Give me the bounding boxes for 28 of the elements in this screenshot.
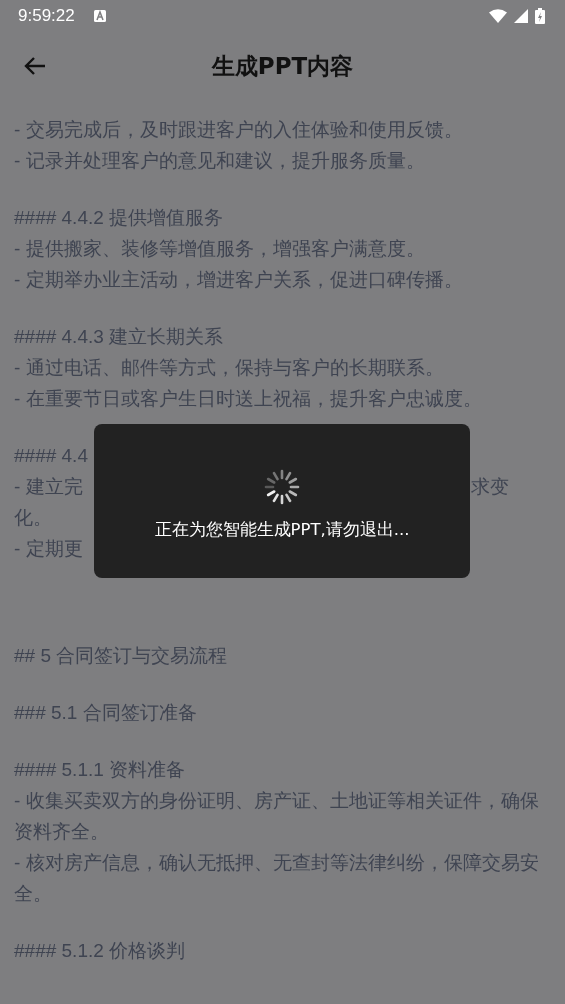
loading-spinner-icon [264, 469, 300, 505]
content-text: ### 5.1 合同签订准备 [14, 701, 197, 725]
content-text: - 提供搬家、装修等增值服务，增强客户满意度。 [14, 237, 425, 261]
content-text: - 记录并处理客户的意见和建议，提升服务质量。 [14, 149, 425, 173]
content-text: 化。 [14, 506, 52, 530]
notification-icon [93, 10, 106, 22]
content-text: - 通过电话、邮件等方式，保持与客户的长期联系。 [14, 356, 444, 380]
content-text: - 收集买卖双方的身份证明、房产证、土地证等相关证件，确保资料齐全。 [14, 789, 540, 844]
content-text: - 在重要节日或客户生日时送上祝福，提升客户忠诚度。 [14, 387, 482, 411]
content-text: - 建立完 [14, 475, 83, 499]
loading-message: 正在为您智能生成PPT,请勿退出... [154, 519, 410, 541]
content-text: 求变 [471, 475, 509, 499]
content-text: #### 4.4.3 建立长期关系 [14, 325, 224, 349]
content-text: #### 5.1.1 资料准备 [14, 758, 186, 782]
wifi-icon [489, 9, 507, 23]
content-text: #### 4.4.2 提供增值服务 [14, 206, 224, 230]
content-text: - 定期举办业主活动，增进客户关系，促进口碑传播。 [14, 268, 463, 292]
content-text: #### 4.4 [14, 444, 88, 468]
page-title: 生成PPT内容 [211, 51, 354, 81]
content-text: ## 5 合同签订与交易流程 [14, 644, 228, 668]
content-text: #### 5.1.2 价格谈判 [14, 939, 186, 963]
signal-icon [514, 9, 528, 23]
back-arrow-icon[interactable] [24, 56, 46, 76]
battery-icon [535, 8, 545, 24]
content-text: - 核对房产信息，确认无抵押、无查封等法律纠纷，保障交易安全。 [14, 851, 540, 906]
content-text: - 定期更 [14, 537, 83, 561]
status-time: 9:59:22 [18, 6, 75, 26]
content-text: - 交易完成后，及时跟进客户的入住体验和使用反馈。 [14, 118, 463, 142]
